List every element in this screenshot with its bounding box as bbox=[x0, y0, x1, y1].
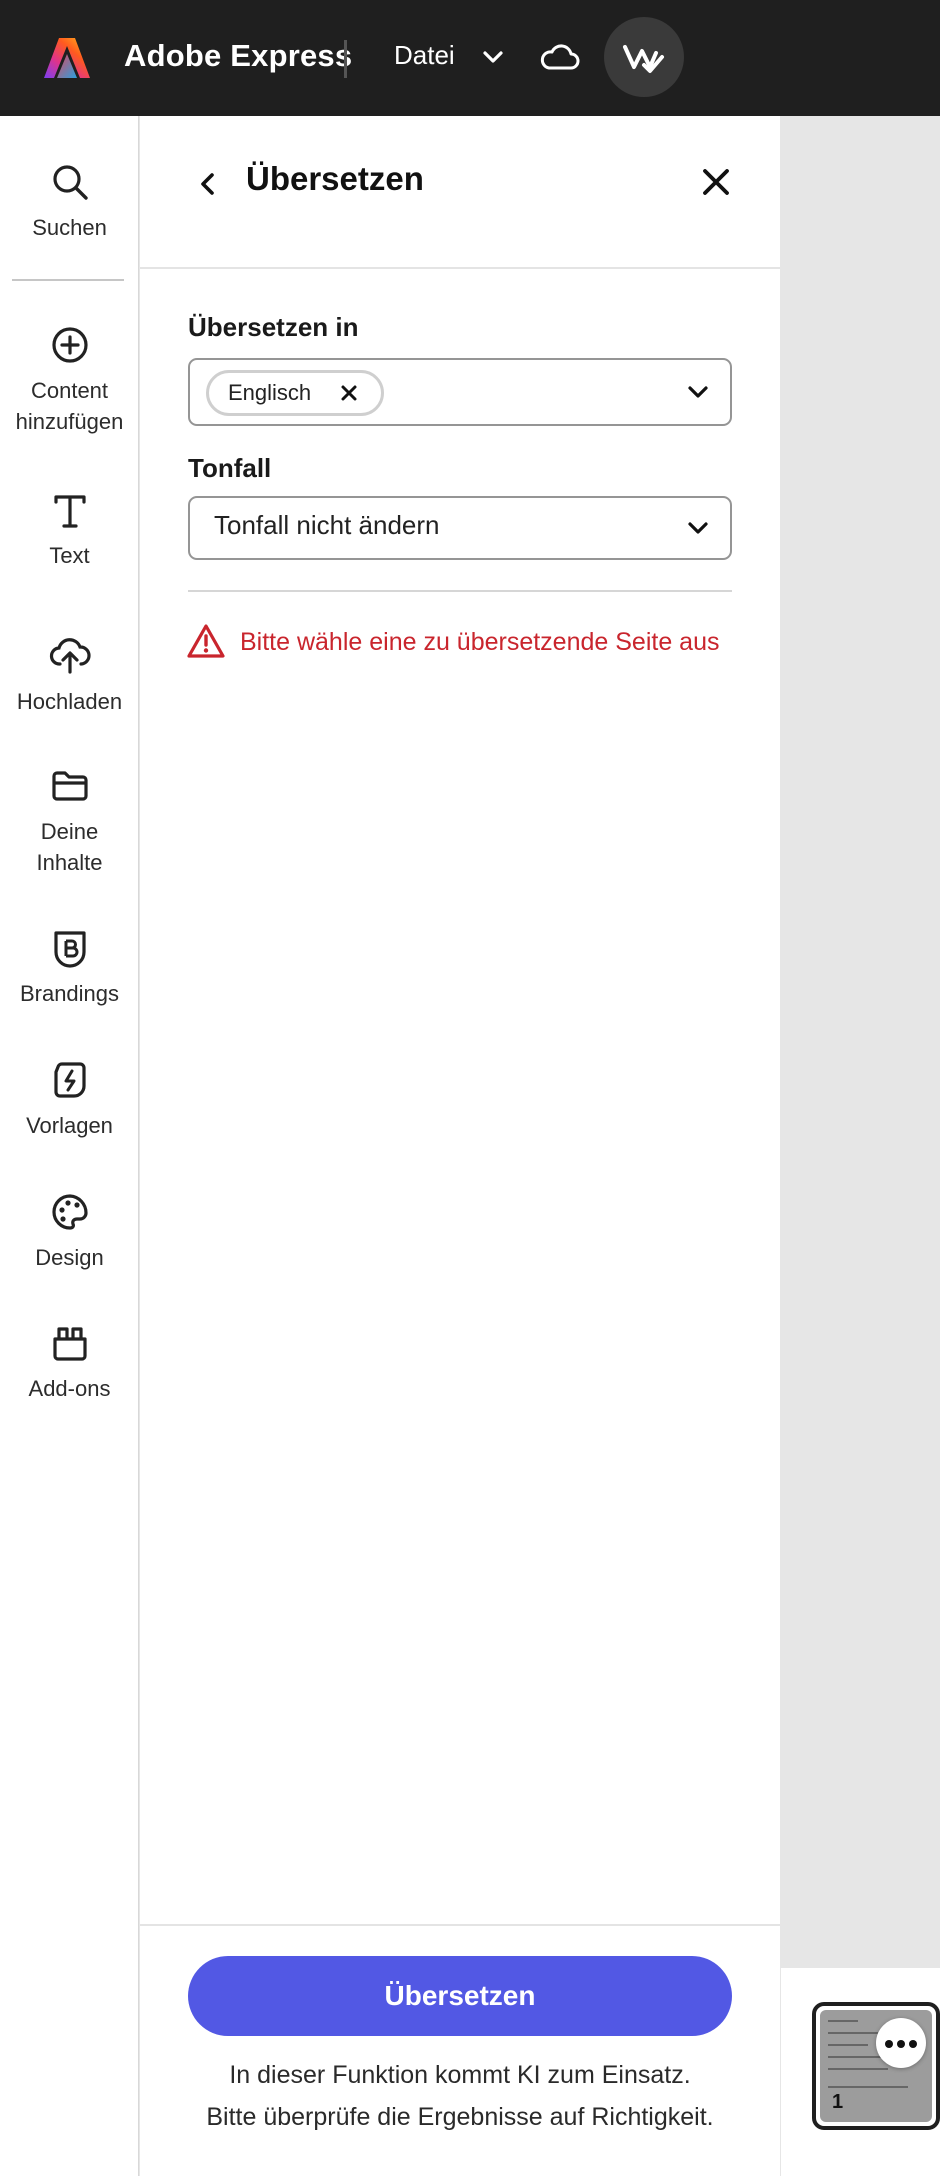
thumb-text-line bbox=[828, 2044, 868, 2046]
templates-icon bbox=[53, 1062, 86, 1098]
tone-label: Tonfall bbox=[188, 453, 272, 483]
remove-chip-icon[interactable] bbox=[339, 383, 359, 403]
rail-label: Suchen bbox=[32, 215, 107, 240]
rail-item-brandings[interactable]: Brandings bbox=[0, 926, 139, 1009]
panel-header: Übersetzen bbox=[140, 116, 780, 269]
more-options-button[interactable] bbox=[876, 2018, 926, 2068]
panel-footer: Übersetzen In dieser Funktion kommt KI z… bbox=[140, 1924, 780, 2176]
review-check-button[interactable] bbox=[604, 17, 684, 97]
back-icon[interactable] bbox=[190, 164, 226, 204]
close-icon[interactable] bbox=[696, 162, 736, 202]
translate-panel: Übersetzen Übersetzen in Englisch Tonfal… bbox=[140, 116, 780, 2176]
panel-title: Übersetzen bbox=[246, 160, 424, 197]
rail-item-add-content[interactable]: Content hinzufügen bbox=[0, 323, 139, 437]
thumb-text-line bbox=[828, 2020, 858, 2022]
chevron-down-icon bbox=[688, 522, 708, 534]
app-title: Adobe Express bbox=[124, 38, 353, 73]
cloud-icon[interactable] bbox=[538, 40, 582, 76]
language-chip: Englisch bbox=[206, 370, 385, 416]
chevron-down-icon bbox=[688, 386, 708, 398]
rail-label: Design bbox=[35, 1245, 104, 1270]
language-select[interactable]: Englisch bbox=[188, 358, 732, 426]
rail-label: Vorlagen bbox=[26, 1113, 113, 1138]
plus-circle-icon bbox=[51, 327, 88, 363]
brand-shield-icon bbox=[53, 931, 86, 968]
addons-icon bbox=[52, 1327, 87, 1361]
translate-to-label: Übersetzen in bbox=[188, 312, 359, 342]
rail-label: Hochladen bbox=[16, 689, 123, 714]
warning-message: Bitte wähle eine zu übersetzende Seite a… bbox=[240, 628, 720, 656]
rail-item-templates[interactable]: Vorlagen bbox=[0, 1058, 139, 1141]
rail-item-addons[interactable]: Add-ons bbox=[0, 1321, 139, 1404]
topbar-divider bbox=[344, 40, 347, 78]
ai-disclaimer: In dieser Funktion kommt KI zum Einsatz.… bbox=[140, 2054, 780, 2138]
adobe-express-logo[interactable] bbox=[42, 34, 92, 82]
file-menu[interactable]: Datei bbox=[394, 40, 455, 71]
ai-disclaimer-line-1: In dieser Funktion kommt KI zum Einsatz. bbox=[229, 2061, 691, 2089]
ai-disclaimer-line-2: Bitte überprüfe die Ergebnisse auf Richt… bbox=[206, 2103, 714, 2131]
chevron-down-icon[interactable] bbox=[478, 42, 508, 72]
palette-icon bbox=[51, 1194, 88, 1230]
rail-label: Brandings bbox=[19, 981, 120, 1006]
panel-divider bbox=[188, 590, 732, 592]
rail-item-design[interactable]: Design bbox=[0, 1190, 139, 1273]
tone-select[interactable]: Tonfall nicht ändern bbox=[188, 496, 732, 560]
rail-item-search[interactable]: Suchen bbox=[0, 160, 139, 243]
rail-separator bbox=[12, 279, 124, 281]
left-rail: Suchen Content hinzufügen Text Hochladen… bbox=[0, 116, 139, 2176]
dot bbox=[885, 2040, 893, 2048]
rail-label: Add-ons bbox=[28, 1376, 111, 1401]
rail-item-text[interactable]: Text bbox=[0, 488, 139, 571]
upload-cloud-icon bbox=[49, 638, 91, 674]
rail-label: Content hinzufügen bbox=[15, 378, 124, 434]
translate-button[interactable]: Übersetzen bbox=[188, 1956, 732, 2036]
page-number: 1 bbox=[832, 2091, 844, 2113]
page-thumbnail[interactable]: 1 bbox=[812, 2002, 940, 2130]
rail-item-upload[interactable]: Hochladen bbox=[0, 634, 139, 717]
thumb-text-line bbox=[828, 2068, 888, 2070]
warning-icon bbox=[187, 624, 225, 658]
text-icon bbox=[53, 495, 86, 528]
check-review-icon bbox=[623, 45, 664, 73]
thumb-text-line bbox=[828, 2032, 878, 2034]
rail-label: Text bbox=[49, 543, 90, 568]
folder-icon bbox=[51, 771, 88, 801]
dot bbox=[909, 2040, 917, 2048]
thumb-text-line bbox=[828, 2086, 908, 2088]
search-icon bbox=[52, 165, 88, 200]
top-bar: Adobe Express Datei bbox=[0, 0, 940, 116]
dot bbox=[897, 2040, 905, 2048]
language-chip-label: Englisch bbox=[228, 380, 312, 405]
tone-value: Tonfall nicht ändern bbox=[214, 510, 440, 540]
rail-label: Deine Inhalte bbox=[36, 819, 103, 875]
rail-item-your-content[interactable]: Deine Inhalte bbox=[0, 764, 139, 878]
